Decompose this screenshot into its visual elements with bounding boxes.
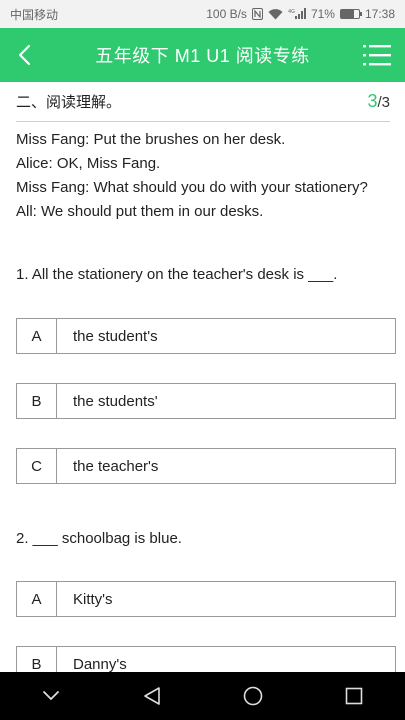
passage-line: Alice: OK, Miss Fang.: [16, 155, 161, 172]
system-nav-bar: [0, 672, 405, 720]
chevron-left-icon: [18, 44, 31, 66]
question-1-option-a[interactable]: A the student's: [16, 318, 396, 354]
option-letter: B: [17, 384, 57, 418]
question-1-option-b[interactable]: B the students': [16, 383, 396, 419]
menu-button[interactable]: [361, 40, 393, 70]
title-bar: 五年级下 M1 U1 阅读专练: [0, 28, 405, 82]
question-1-option-c[interactable]: C the teacher's: [16, 448, 396, 484]
option-letter: A: [17, 582, 57, 616]
reading-passage: Miss Fang: Put the brushes on her desk. …: [16, 128, 396, 224]
hide-keyboard-button[interactable]: [21, 672, 81, 720]
passage-line: All: We should put them in our desks.: [16, 203, 264, 220]
section-header: 二、阅读理解。 3/3: [16, 82, 390, 122]
battery-percent: 71%: [310, 7, 335, 21]
home-nav-button[interactable]: [223, 672, 283, 720]
back-nav-button[interactable]: [122, 672, 182, 720]
recents-nav-button[interactable]: [324, 672, 384, 720]
question-2-text: 2. ___ schoolbag is blue.: [16, 530, 182, 547]
cell-signal-icon: 4G: [288, 8, 306, 20]
chevron-down-icon: [42, 691, 59, 701]
clock: 17:38: [364, 7, 395, 21]
option-text: Kitty's: [73, 590, 113, 608]
question-1-text: 1. All the stationery on the teacher's d…: [16, 266, 338, 283]
section-title: 二、阅读理解。: [16, 94, 122, 111]
option-text: the teacher's: [73, 457, 159, 475]
square-recents-icon: [346, 687, 363, 705]
triangle-back-icon: [144, 687, 160, 705]
status-bar: 中国移动 100 B/s 4G 71% 17:38: [0, 0, 405, 28]
option-letter: A: [17, 319, 57, 353]
question-2-option-a[interactable]: A Kitty's: [16, 581, 396, 617]
option-text: the students': [73, 392, 158, 410]
circle-home-icon: [243, 686, 263, 706]
network-speed: 100 B/s: [206, 7, 247, 21]
passage-line: Miss Fang: Put the brushes on her desk.: [16, 131, 286, 148]
list-menu-icon: [363, 45, 391, 66]
counter-total: /3: [377, 94, 390, 111]
page-title: 五年级下 M1 U1 阅读专练: [95, 46, 310, 66]
carrier-label: 中国移动: [10, 7, 59, 22]
svg-text:4G: 4G: [288, 9, 295, 15]
option-text: the student's: [73, 327, 158, 345]
nfc-icon: [251, 8, 263, 20]
option-letter: C: [17, 449, 57, 483]
back-button[interactable]: [10, 41, 38, 69]
battery-icon: [339, 9, 362, 19]
wifi-icon: [268, 8, 283, 20]
counter-current: 3: [367, 91, 378, 111]
passage-line: Miss Fang: What should you do with your …: [16, 179, 368, 196]
question-counter: 3/3: [367, 91, 390, 112]
